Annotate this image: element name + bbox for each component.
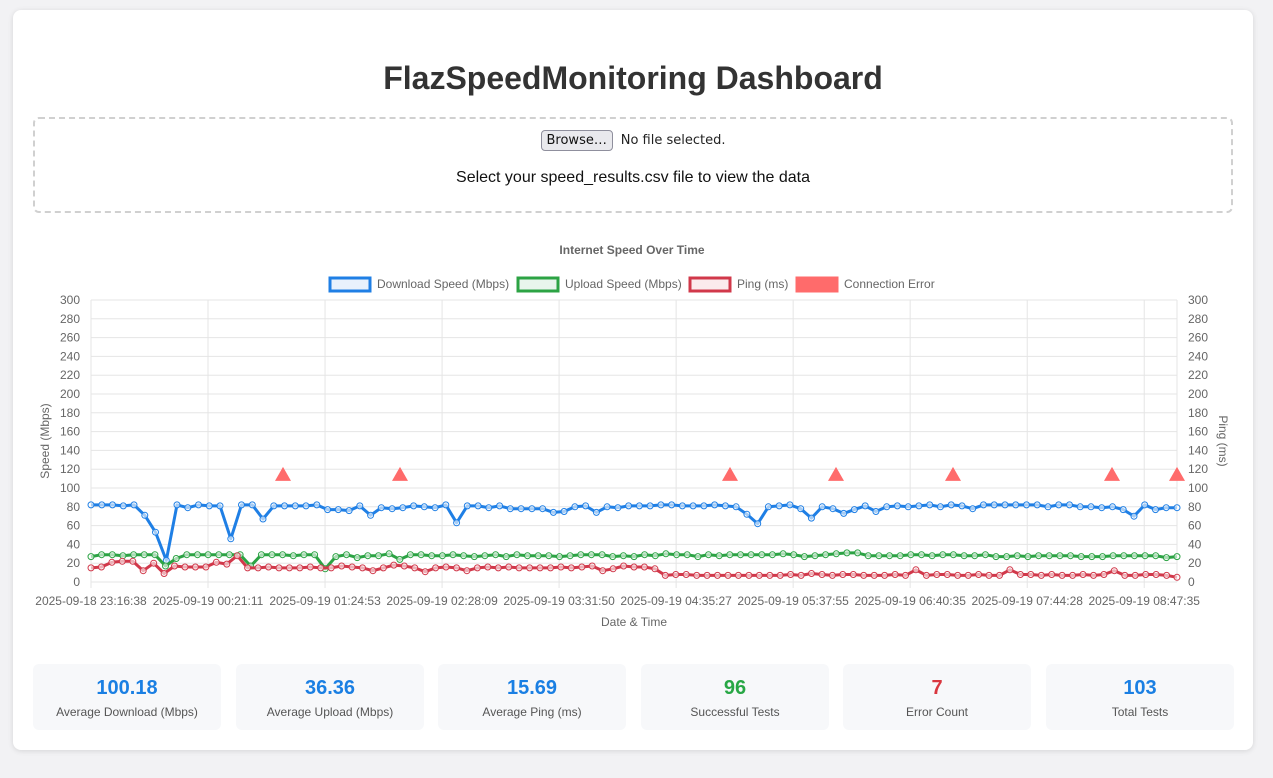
stat-value: 15.69 <box>506 677 558 699</box>
stat-label: Average Ping (ms) <box>482 705 582 719</box>
stat-value: 96 <box>723 677 747 699</box>
stat-value: 103 <box>1123 677 1157 699</box>
dashboard-card: FlazSpeedMonitoring Dashboard Browse… No… <box>13 10 1253 750</box>
stat-value: 36.36 <box>304 677 356 699</box>
stat-card-total-tests: 103 Total Tests <box>1046 664 1234 730</box>
stat-card-successful-tests: 96 Successful Tests <box>641 664 829 730</box>
stat-card-avg-upload: 36.36 Average Upload (Mbps) <box>236 664 424 730</box>
stat-label: Total Tests <box>1111 705 1169 719</box>
stat-label: Average Download (Mbps) <box>56 705 198 719</box>
stats-row: 100.18 Average Download (Mbps) 36.36 Ave… <box>33 664 1234 730</box>
stat-value: 100.18 <box>96 677 158 699</box>
file-input-row: Browse… No file selected. <box>35 130 1231 151</box>
stat-card-avg-ping: 15.69 Average Ping (ms) <box>438 664 626 730</box>
stat-value: 7 <box>931 677 943 699</box>
stat-card-avg-download: 100.18 Average Download (Mbps) <box>33 664 221 730</box>
page-title: FlazSpeedMonitoring Dashboard <box>383 60 883 96</box>
stat-label: Error Count <box>905 705 969 719</box>
stat-label: Successful Tests <box>690 705 780 719</box>
file-upload-zone[interactable]: Browse… No file selected. Select your sp… <box>33 117 1233 213</box>
stat-label: Average Upload (Mbps) <box>266 705 394 719</box>
upload-instruction: Select your speed_results.csv file to vi… <box>456 169 810 186</box>
stat-card-error-count: 7 Error Count <box>843 664 1031 730</box>
file-status-text: No file selected. <box>620 133 726 148</box>
browse-button[interactable]: Browse… <box>540 130 613 151</box>
